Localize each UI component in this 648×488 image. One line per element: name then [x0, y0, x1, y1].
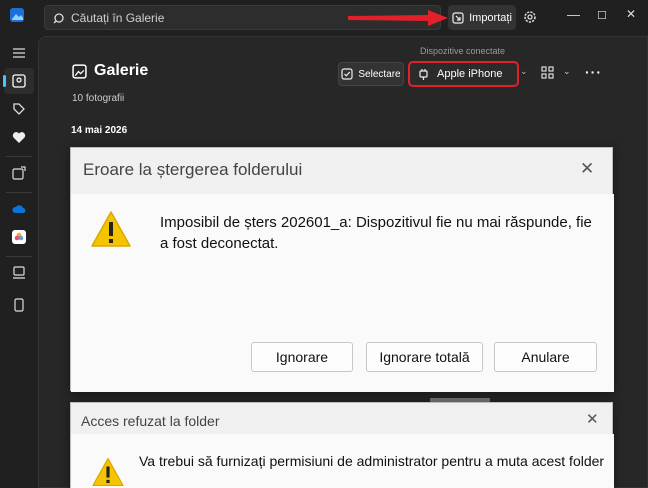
close-icon[interactable]: ✕ — [586, 410, 599, 428]
close-icon[interactable]: ✕ — [580, 159, 594, 179]
photo-count: 10 fotografii — [72, 93, 125, 104]
delete-error-dialog: Eroare la ștergerea folderului ✕ Imposib… — [70, 147, 614, 392]
sidebar-item-gallery[interactable] — [3, 68, 34, 94]
phone-icon — [14, 298, 24, 312]
device-apple-iphone[interactable]: Apple iPhone — [408, 61, 519, 87]
tag-icon — [13, 103, 25, 115]
annotation-arrow — [348, 10, 448, 26]
sidebar-item-edit[interactable] — [4, 160, 34, 186]
dialog-title: Acces refuzat la folder — [81, 413, 220, 429]
import-label: Importați — [469, 11, 512, 24]
access-denied-dialog: Acces refuzat la folder ✕ Va trebui să f… — [70, 402, 614, 488]
dialog-message: Va trebui să furnizați permisiuni de adm… — [139, 453, 605, 469]
warning-icon — [91, 211, 131, 247]
checkbox-icon — [341, 68, 353, 80]
maximize-button[interactable]: ☐ — [597, 9, 607, 22]
edit-photo-icon — [12, 166, 26, 180]
date-header: 14 mai 2026 — [71, 125, 128, 136]
sidebar — [0, 36, 38, 488]
import-icon — [452, 11, 464, 24]
close-button[interactable]: ✕ — [626, 7, 636, 21]
dialog-body: Imposibil de șters 202601_a: Dispozitivu… — [71, 194, 614, 392]
select-label: Selectare — [358, 68, 401, 80]
computer-icon — [13, 266, 25, 279]
sidebar-item-tags[interactable] — [4, 96, 34, 122]
chevron-down-icon[interactable]: ⌄ — [520, 66, 528, 77]
sidebar-item-computer[interactable] — [4, 260, 34, 286]
sidebar-item-phone[interactable] — [4, 292, 34, 318]
gallery-icon — [12, 74, 26, 88]
connected-devices-label: Dispozitive conectate — [420, 46, 506, 56]
select-button[interactable]: Selectare — [338, 62, 404, 86]
gallery-icon — [72, 63, 87, 79]
hamburger-icon[interactable] — [4, 40, 34, 66]
dialog-title: Eroare la ștergerea folderului — [83, 160, 303, 179]
cancel-button[interactable]: Anulare — [494, 342, 597, 372]
dialog-body: Va trebui să furnizați permisiuni de adm… — [71, 434, 614, 488]
page-title: Galerie — [72, 62, 148, 80]
ignore-button[interactable]: Ignorare — [251, 342, 353, 372]
onedrive-icon — [12, 205, 26, 213]
import-button[interactable]: Importați — [448, 5, 516, 30]
app-icon — [10, 8, 24, 22]
device-name: Apple iPhone — [437, 68, 503, 80]
search-icon — [53, 12, 64, 23]
sidebar-item-favorites[interactable] — [4, 124, 34, 150]
sidebar-item-icloud[interactable] — [4, 224, 34, 250]
warning-icon — [92, 457, 124, 487]
view-options-icon[interactable] — [541, 66, 554, 79]
usb-device-icon — [419, 68, 428, 80]
heart-icon — [12, 131, 26, 143]
ignore-all-button[interactable]: Ignorare totală — [366, 342, 483, 372]
minimize-button[interactable]: — — [567, 7, 580, 22]
gallery-title-text: Galerie — [94, 62, 149, 79]
chevron-down-icon[interactable]: ⌄ — [563, 66, 571, 77]
icloud-photos-icon — [12, 230, 26, 244]
dialog-message: Imposibil de șters 202601_a: Dispozitivu… — [160, 214, 592, 252]
sidebar-item-onedrive[interactable] — [4, 196, 34, 222]
gear-icon[interactable] — [522, 9, 538, 25]
more-options-icon[interactable]: ··· — [585, 64, 602, 80]
